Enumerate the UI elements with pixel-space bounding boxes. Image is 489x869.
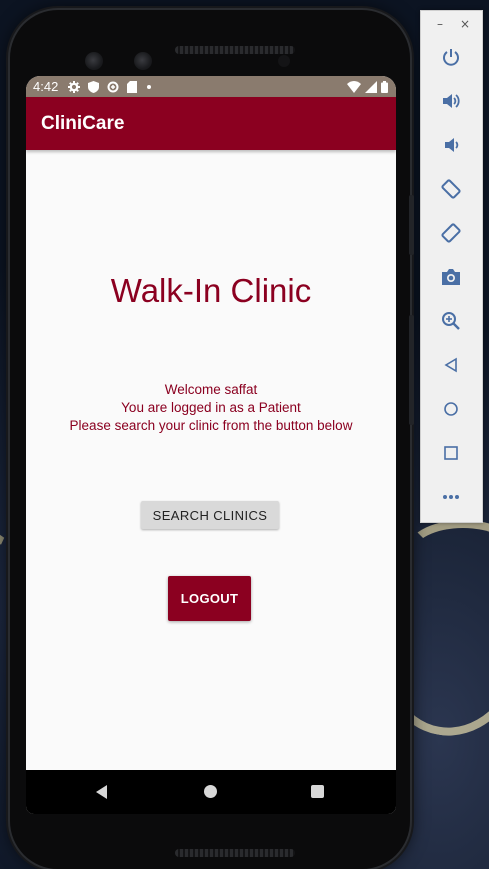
desktop-background: 4:42 CliniCare Walk-In Clinic Welcome sa…: [0, 0, 489, 869]
emulator-toolbar: – ×: [420, 10, 483, 523]
signal-icon: [365, 81, 377, 93]
settings-icon: [68, 81, 80, 93]
device-power-key: [409, 195, 414, 255]
navigation-bar: [26, 770, 396, 814]
logout-button[interactable]: LOGOUT: [168, 576, 251, 621]
role-line: You are logged in as a Patient: [121, 400, 301, 415]
notification-icons: [68, 78, 153, 93]
volume-up-icon[interactable]: [435, 85, 467, 117]
overview-icon[interactable]: [435, 437, 467, 469]
earpiece-speaker: [175, 46, 295, 54]
zoom-icon[interactable]: [435, 305, 467, 337]
home-icon[interactable]: [435, 393, 467, 425]
app-title: CliniCare: [41, 113, 125, 134]
app-bar: CliniCare: [26, 97, 396, 150]
nav-recents-icon[interactable]: [311, 785, 324, 798]
more-icon[interactable]: [435, 481, 467, 513]
nav-back-icon[interactable]: [96, 785, 107, 799]
welcome-message: Welcome saffat You are logged in as a Pa…: [26, 381, 396, 435]
close-button[interactable]: ×: [458, 17, 472, 31]
status-bar: 4:42: [26, 76, 396, 97]
welcome-line: Welcome saffat: [164, 382, 258, 397]
power-icon[interactable]: [435, 41, 467, 73]
data-saver-icon: [107, 81, 119, 93]
rotate-left-icon[interactable]: [435, 173, 467, 205]
battery-icon: [381, 81, 388, 93]
rotate-right-icon[interactable]: [435, 217, 467, 249]
front-camera: [134, 52, 152, 70]
back-icon[interactable]: [435, 349, 467, 381]
dot-icon: [147, 85, 151, 89]
page-title: Walk-In Clinic: [110, 272, 312, 309]
search-clinics-button[interactable]: SEARCH CLINICS: [141, 501, 279, 529]
nav-home-icon[interactable]: [204, 785, 217, 798]
device-volume-key: [409, 315, 414, 425]
system-status-icons: [347, 78, 388, 93]
minimize-button[interactable]: –: [433, 17, 447, 31]
wifi-icon: [347, 81, 361, 93]
proximity-sensor: [278, 55, 290, 67]
front-camera: [85, 52, 103, 70]
camera-icon[interactable]: [435, 261, 467, 293]
device-screen: 4:42 CliniCare Walk-In Clinic Welcome sa…: [26, 76, 396, 814]
sd-card-icon: [127, 81, 137, 93]
status-time: 4:42: [33, 79, 59, 94]
shield-icon: [88, 81, 99, 93]
bottom-speaker: [175, 849, 295, 857]
volume-down-icon[interactable]: [435, 129, 467, 161]
instruction-line: Please search your clinic from the butto…: [69, 418, 353, 433]
